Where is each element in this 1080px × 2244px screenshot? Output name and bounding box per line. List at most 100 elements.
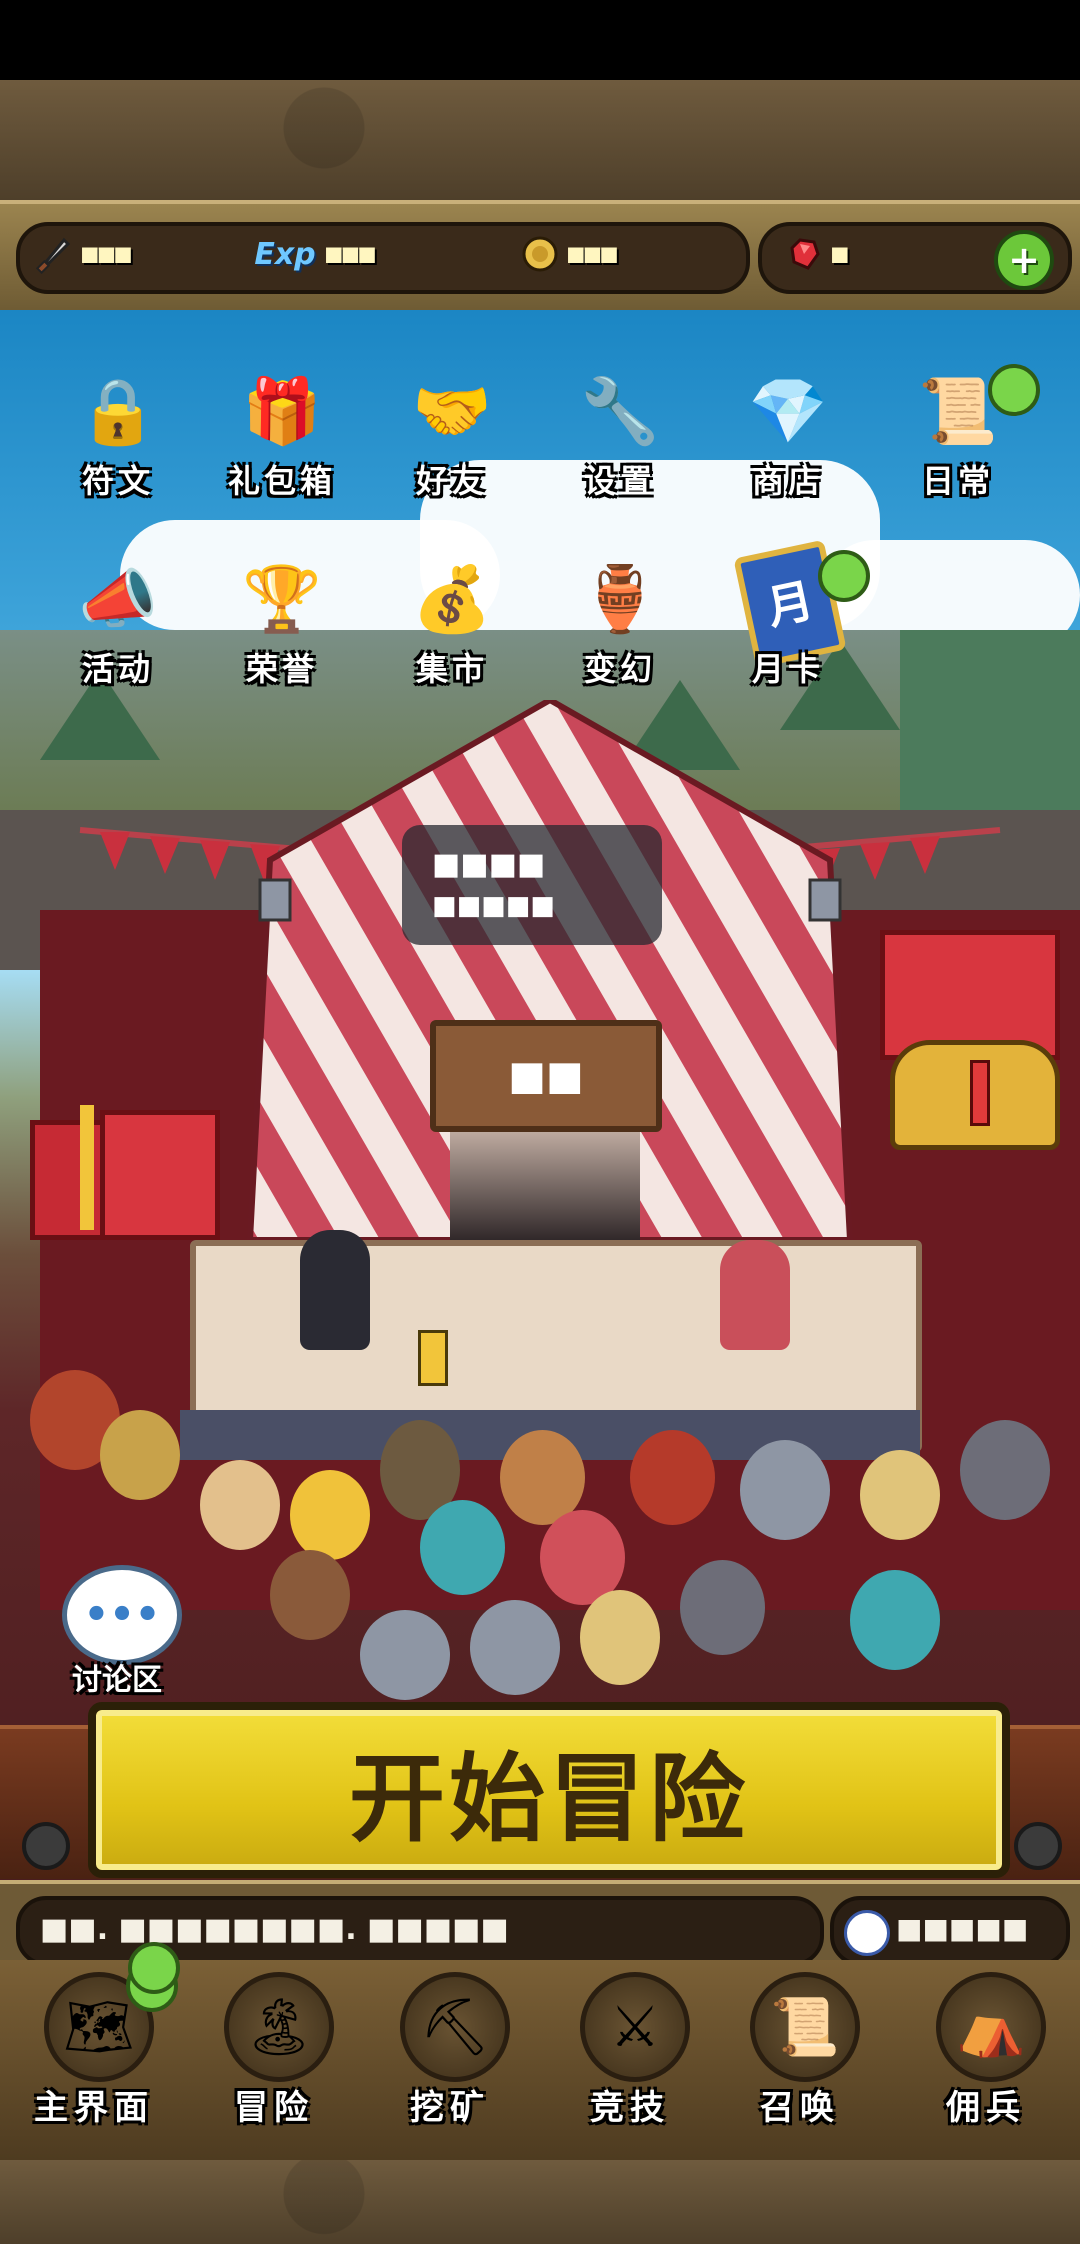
gold-stat: ■■■ <box>520 232 618 276</box>
bottom-parchment-frame <box>0 2160 1080 2244</box>
mailbox-flag <box>970 1060 990 1126</box>
menu-gift-box-button[interactable]: 🎁 礼包箱 <box>212 360 352 510</box>
nav-label: 竞技 <box>590 2088 670 2128</box>
message-text: ■■. ■■■■■■■■. ■■■■■ <box>40 1912 509 1947</box>
attack-value: ■■■ <box>82 239 132 269</box>
tent-icon: ⛺ <box>936 1972 1046 2082</box>
add-gems-button[interactable]: + <box>994 230 1054 290</box>
exp-icon: Exp <box>252 234 318 274</box>
menu-label: 礼包箱 <box>227 462 336 500</box>
gold-value: ■■■ <box>568 239 618 269</box>
crowd-member <box>850 1570 940 1670</box>
start-adventure-button[interactable]: 开始冒险 <box>88 1702 1010 1878</box>
nav-label: 主界面 <box>34 2088 154 2128</box>
tooltip-title: ■■■■ <box>432 847 546 882</box>
clock-icon <box>844 1910 890 1956</box>
money-bag-icon: 💰 <box>412 563 492 637</box>
summon-scroll-icon: 📜 <box>750 1972 860 2082</box>
chat-dots: ••• <box>83 1592 161 1638</box>
tent-pole-cap <box>808 878 842 922</box>
attack-stat: ■■■ <box>34 232 132 276</box>
home-notification-badge <box>128 1942 180 1994</box>
transform-jar-icon: 🏺 <box>580 563 660 637</box>
crowd-member <box>960 1420 1050 1520</box>
month-card-notification-badge <box>818 550 870 602</box>
gem-stat: ■ <box>784 232 849 276</box>
menu-friends-button[interactable]: 🤝 好友 <box>382 360 522 510</box>
start-adventure-label: 开始冒险 <box>349 1741 749 1855</box>
locked-rune-icon: 🔒 <box>78 375 158 449</box>
crowd-member <box>680 1560 765 1655</box>
nav-label: 冒险 <box>234 2088 314 2128</box>
nav-mercenary[interactable]: ⛺ 佣兵 <box>896 1972 1076 2132</box>
menu-label: 荣誉 <box>245 650 318 688</box>
menu-label: 符文 <box>81 462 154 500</box>
locked-pickaxe-icon: ⛏ <box>400 1972 510 2082</box>
crowd-member <box>100 1410 180 1500</box>
menu-label: 活动 <box>81 650 154 688</box>
megaphone-icon: 📣 <box>78 563 158 637</box>
nav-label: 佣兵 <box>946 2088 1026 2128</box>
gem-value: ■ <box>832 239 849 269</box>
menu-shop-button[interactable]: 💎 商店 <box>718 360 858 510</box>
menu-honor-button[interactable]: 🏆 荣誉 <box>212 548 352 698</box>
menu-runes-button[interactable]: 🔒 符文 <box>48 360 188 510</box>
clock-panel: ■■■■■ <box>830 1896 1070 1966</box>
menu-transform-button[interactable]: 🏺 变幻 <box>550 548 690 698</box>
crowd-member <box>580 1590 660 1685</box>
nav-label: 召唤 <box>760 2088 840 2128</box>
menu-events-button[interactable]: 📣 活动 <box>48 548 188 698</box>
menu-label: 集市 <box>415 650 488 688</box>
nav-summon[interactable]: 📜 召唤 <box>710 1972 890 2132</box>
menu-label: 变幻 <box>583 650 656 688</box>
exp-value: ■■■ <box>326 239 376 269</box>
clock-value: ■■■■■ <box>896 1912 1029 1945</box>
gift-box-icon: 🎁 <box>242 375 322 449</box>
gift-box-decoration <box>100 1110 220 1240</box>
crowd-member <box>270 1550 350 1640</box>
tent-entrance[interactable] <box>450 1120 640 1245</box>
menu-market-button[interactable]: 💰 集市 <box>382 548 522 698</box>
menu-label: 月卡 <box>751 650 824 688</box>
red-gem-icon <box>784 234 824 274</box>
crowd-member <box>630 1430 715 1525</box>
top-parchment-frame <box>0 80 1080 200</box>
tent-tooltip: ■■■■ ■■■■■ <box>402 825 662 945</box>
plus-icon: + <box>1008 238 1040 282</box>
tent-sign: ■■ <box>430 1020 662 1132</box>
crowd-member <box>290 1470 370 1560</box>
sword-icon <box>34 234 74 274</box>
ruby-shop-icon: 💎 <box>748 375 828 449</box>
npc-pink-dress-girl[interactable] <box>720 1240 790 1350</box>
manor-building <box>900 630 1080 840</box>
menu-label: 日常 <box>921 462 994 500</box>
gold-coin-icon <box>520 234 560 274</box>
status-bar <box>0 0 1080 80</box>
nav-label: 挖矿 <box>410 2088 490 2128</box>
nav-arena[interactable]: ⚔ 竞技 <box>540 1972 720 2132</box>
resource-bar: ■■■ Exp ■■■ ■■■ ■ + <box>0 200 1080 320</box>
tent-sign-text: ■■ <box>508 1053 584 1099</box>
gift-ribbon <box>80 1105 94 1230</box>
crowd-member <box>200 1460 280 1550</box>
island-icon: 🏝 <box>224 1972 334 2082</box>
trophy-icon: 🏆 <box>242 563 322 637</box>
exp-icon-label: Exp <box>254 236 316 272</box>
crowd-member <box>420 1500 505 1595</box>
menu-settings-button[interactable]: 🔧 设置 <box>550 360 690 510</box>
stage-marker <box>418 1330 448 1386</box>
discussion-button[interactable]: ••• 讨论区 <box>52 1565 182 1715</box>
crowd-member <box>740 1440 830 1540</box>
rivet <box>22 1822 70 1870</box>
npc-dark-haired-girl[interactable] <box>300 1230 370 1350</box>
discussion-label: 讨论区 <box>72 1663 162 1698</box>
wrench-icon: 🔧 <box>580 375 660 449</box>
daily-notification-badge <box>988 364 1040 416</box>
nav-mining[interactable]: ⛏ 挖矿 <box>360 1972 540 2132</box>
nav-adventure[interactable]: 🏝 冒险 <box>184 1972 364 2132</box>
chat-bubble-icon: ••• <box>62 1565 182 1665</box>
tooltip-subtitle: ■■■■■ <box>432 891 555 921</box>
crowd-member <box>360 1610 450 1700</box>
handshake-heart-icon: 🤝 <box>412 375 492 449</box>
tent-pole-cap <box>258 878 292 922</box>
